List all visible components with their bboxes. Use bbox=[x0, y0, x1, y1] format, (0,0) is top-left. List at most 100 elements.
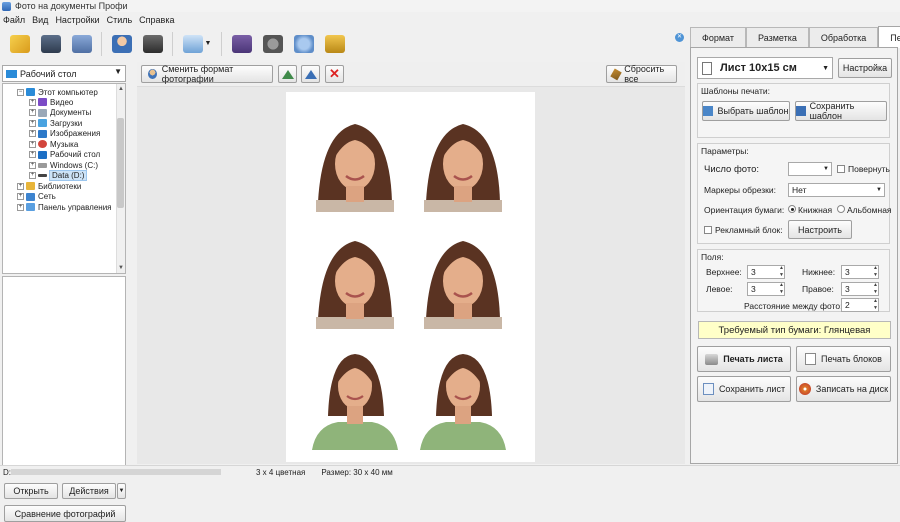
parameters-group: Параметры: Число фото: ▼ Повернуть Марке… bbox=[697, 143, 892, 244]
actions-button[interactable]: Действия bbox=[62, 483, 116, 499]
landscape-radio[interactable] bbox=[837, 205, 845, 213]
camera-icon bbox=[142, 34, 163, 53]
tree-node-drive-c[interactable]: + Windows (C:) bbox=[29, 160, 98, 170]
profile-button[interactable] bbox=[108, 31, 135, 57]
libraries-icon bbox=[26, 182, 35, 190]
photo-count-select[interactable]: ▼ bbox=[788, 162, 832, 176]
menu-help[interactable]: Справка bbox=[139, 15, 174, 25]
printer-icon bbox=[71, 34, 92, 53]
ad-block-checkbox[interactable] bbox=[704, 226, 712, 234]
expand-icon[interactable]: + bbox=[17, 193, 24, 200]
folder-tree[interactable]: − Этот компьютер + Видео + Документы + Загру… bbox=[2, 83, 126, 274]
video-tutorial-button[interactable] bbox=[259, 31, 286, 57]
menu-view[interactable]: Вид bbox=[32, 15, 48, 25]
chevron-down-icon: ▼ bbox=[876, 187, 882, 193]
close-panel-icon[interactable]: ✕ bbox=[675, 33, 684, 42]
print-blocks-button[interactable]: Печать блоков bbox=[796, 346, 891, 372]
chevron-down-icon: ▼ bbox=[118, 488, 125, 494]
tree-node-pictures[interactable]: + Изображения bbox=[29, 129, 100, 139]
id-photo bbox=[308, 346, 402, 450]
expand-icon[interactable]: + bbox=[29, 172, 36, 179]
location-combo[interactable]: Рабочий стол ▼ bbox=[2, 65, 126, 82]
bottom-margin-spinner[interactable]: ▲ ▼ bbox=[872, 265, 879, 279]
delete-button[interactable]: ✕ bbox=[325, 65, 344, 83]
expand-icon[interactable]: + bbox=[29, 119, 36, 127]
portrait-radio[interactable] bbox=[788, 205, 796, 213]
tree-node-drive-d[interactable]: + Data (D:) bbox=[29, 170, 88, 181]
tab-processing[interactable]: Обработка bbox=[808, 27, 879, 47]
rotate-checkbox[interactable] bbox=[837, 165, 845, 173]
actions-dropdown-button[interactable]: ▼ bbox=[117, 483, 126, 499]
tree-scrollbar-thumb[interactable] bbox=[117, 118, 124, 208]
sheet-settings-button[interactable]: Настройка bbox=[838, 58, 892, 78]
cut-markers-select[interactable]: Нет ▼ bbox=[788, 183, 885, 197]
shop-button[interactable] bbox=[321, 31, 348, 57]
open-wizard-button[interactable] bbox=[6, 31, 33, 57]
top-margin-spinner[interactable]: ▲ ▼ bbox=[778, 265, 785, 279]
camera-button[interactable] bbox=[139, 31, 166, 57]
tree-node-desktop[interactable]: + Рабочий стол bbox=[29, 150, 100, 160]
tree-node-video[interactable]: + Видео bbox=[29, 97, 73, 107]
print-sheet-button[interactable]: Печать листа bbox=[697, 346, 791, 372]
right-margin-spinner[interactable]: ▲ ▼ bbox=[872, 282, 879, 296]
scroll-up-icon[interactable]: ▲ bbox=[118, 86, 124, 92]
choose-template-button[interactable]: Выбрать шаблон bbox=[702, 101, 790, 121]
sheet-format-select[interactable]: Лист 10x15 см ▼ bbox=[697, 57, 833, 79]
collapse-icon[interactable]: − bbox=[17, 88, 24, 96]
landscape-label: Альбомная bbox=[847, 205, 892, 215]
help-book-button[interactable] bbox=[228, 31, 255, 57]
tree-node-computer[interactable]: − Этот компьютер bbox=[17, 87, 98, 97]
tree-node-documents[interactable]: + Документы bbox=[29, 108, 91, 118]
tree-node-music[interactable]: + Музыка bbox=[29, 139, 78, 149]
save-button[interactable] bbox=[37, 31, 64, 57]
reset-all-button[interactable]: Сбросить все bbox=[606, 64, 677, 84]
spacing-spinner[interactable]: ▲ ▼ bbox=[872, 298, 879, 312]
spacing-label: Расстояние между фото: bbox=[744, 301, 843, 311]
tree-node-downloads[interactable]: + Загрузки bbox=[29, 118, 82, 128]
chevron-down-icon: ▼ bbox=[204, 40, 212, 47]
menu-file[interactable]: Файл bbox=[3, 15, 25, 25]
sheet-icon bbox=[702, 61, 712, 75]
prev-format-button[interactable] bbox=[278, 65, 297, 83]
title-bar: Фото на документы Профи bbox=[0, 0, 900, 12]
tree-node-libraries[interactable]: + Библиотеки bbox=[17, 181, 81, 191]
expand-icon[interactable]: + bbox=[29, 98, 36, 106]
ad-block-label: Рекламный блок: bbox=[715, 225, 783, 235]
expand-icon[interactable]: + bbox=[29, 151, 36, 158]
write-disk-button[interactable]: Записать на диск bbox=[796, 376, 891, 402]
left-margin-spinner[interactable]: ▲ ▼ bbox=[778, 282, 785, 296]
save-template-button[interactable]: Сохранить шаблон bbox=[795, 101, 887, 121]
expand-icon[interactable]: + bbox=[17, 203, 24, 211]
print-button[interactable] bbox=[68, 31, 95, 57]
tree-node-control-panel[interactable]: + Панель управления bbox=[17, 202, 112, 212]
ad-block-configure-button[interactable]: Настроить bbox=[788, 220, 852, 239]
status-size: Размер: 30 х 40 мм bbox=[321, 467, 393, 477]
tab-layout[interactable]: Разметка bbox=[745, 27, 809, 47]
expand-icon[interactable]: + bbox=[29, 109, 36, 116]
scroll-down-icon[interactable]: ▼ bbox=[118, 265, 124, 271]
expand-icon[interactable]: + bbox=[29, 140, 36, 148]
expand-icon[interactable]: + bbox=[29, 130, 36, 137]
margins-group: Поля: Верхнее: 3 ▲ ▼ Нижнее: 3 ▲ ▼ Левое: … bbox=[697, 249, 890, 312]
web-button[interactable] bbox=[290, 31, 317, 57]
template-icon bbox=[703, 106, 714, 116]
expand-icon[interactable]: + bbox=[17, 182, 24, 190]
tab-print[interactable]: Печать bbox=[878, 26, 900, 48]
wand-icon bbox=[9, 34, 30, 53]
paper-type-notice: Требуемый тип бумаги: Глянцевая bbox=[698, 321, 891, 339]
save-sheet-button[interactable]: Сохранить лист bbox=[697, 376, 791, 402]
id-photo bbox=[308, 112, 402, 212]
menu-style[interactable]: Стиль bbox=[107, 15, 133, 25]
floppy-icon bbox=[40, 34, 61, 53]
image-dropdown-button[interactable]: ▼ bbox=[179, 31, 215, 57]
compare-photos-button[interactable]: Сравнение фотографий bbox=[4, 505, 126, 522]
file-list[interactable] bbox=[2, 276, 126, 476]
open-button[interactable]: Открыть bbox=[4, 483, 58, 499]
tab-format[interactable]: Формат bbox=[690, 27, 746, 47]
id-photo bbox=[416, 346, 510, 450]
menu-settings[interactable]: Настройки bbox=[55, 15, 99, 25]
change-format-button[interactable]: Сменить формат фотографии bbox=[141, 64, 273, 84]
next-format-button[interactable] bbox=[301, 65, 320, 83]
tree-node-network[interactable]: + Сеть bbox=[17, 192, 56, 202]
expand-icon[interactable]: + bbox=[29, 161, 36, 169]
